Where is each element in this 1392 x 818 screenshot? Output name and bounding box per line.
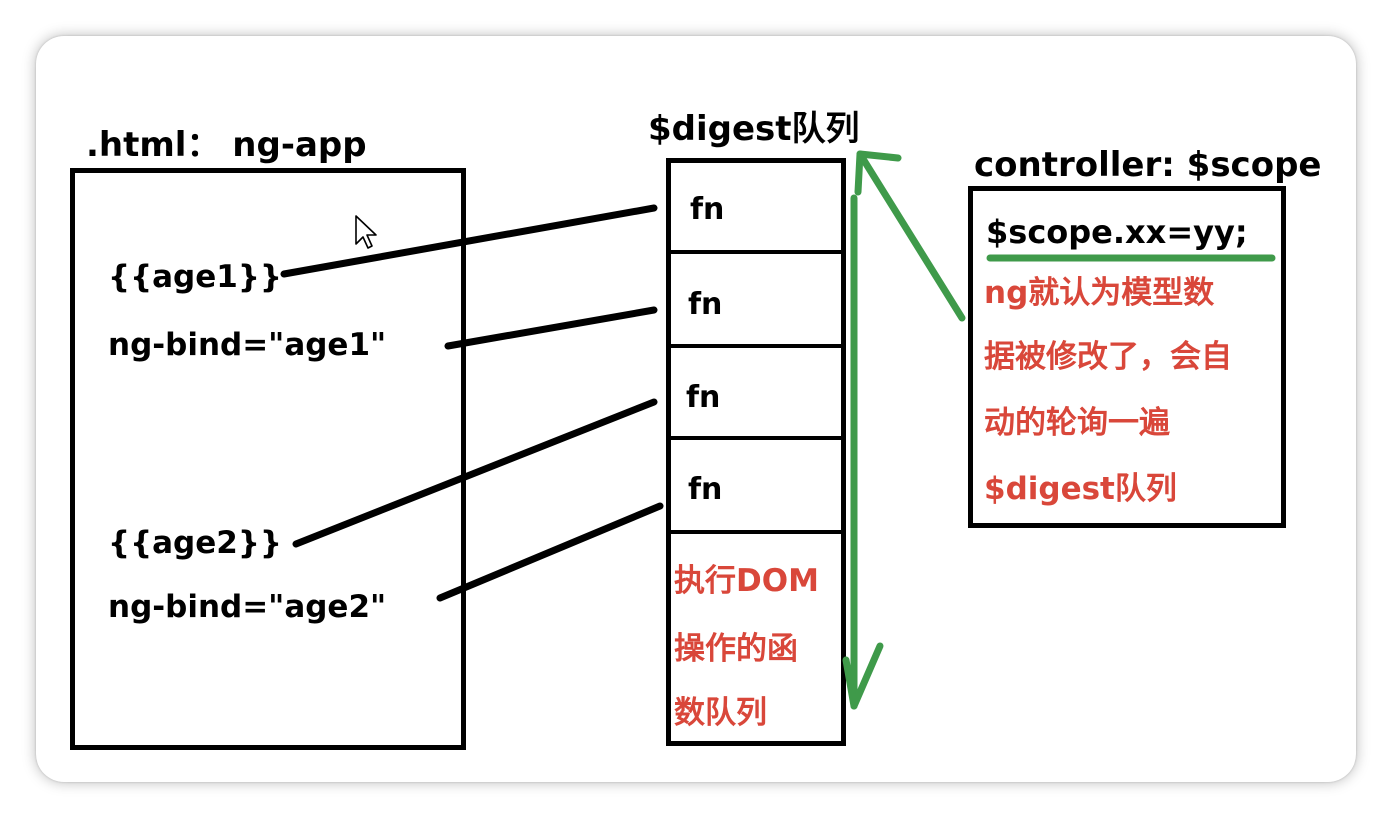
binding-connector: [444, 306, 658, 350]
mouse-pointer-icon: [355, 215, 377, 249]
connector-layer: [280, 150, 1276, 710]
binding-connector: [292, 398, 658, 548]
binding-connector: [280, 204, 658, 278]
binding-connector: [436, 502, 664, 602]
trigger-digest-arrow: [856, 150, 966, 322]
